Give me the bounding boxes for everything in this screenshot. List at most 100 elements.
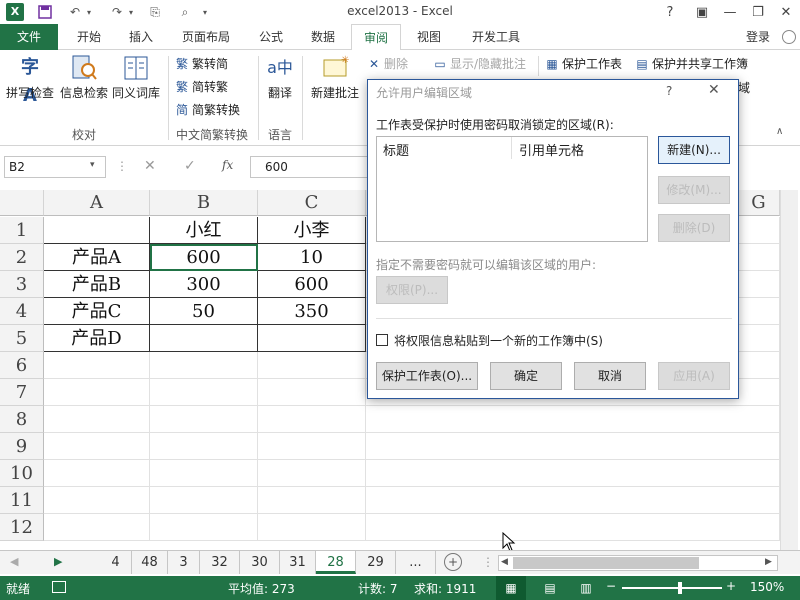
grid-cell[interactable] — [366, 487, 780, 514]
next-sheet-icon[interactable]: ▶ — [54, 555, 62, 568]
select-all-corner[interactable] — [0, 190, 44, 216]
ribbon-display-icon[interactable]: ▣ — [690, 2, 714, 22]
grid-cell[interactable] — [150, 433, 258, 460]
row-header[interactable]: 8 — [0, 406, 44, 433]
vertical-scrollbar[interactable] — [780, 190, 798, 550]
grid-cell[interactable] — [44, 217, 150, 244]
grid-cell[interactable]: 小李 — [258, 217, 366, 244]
grid-cell[interactable] — [44, 352, 150, 379]
grid-cell[interactable] — [258, 325, 366, 352]
row-header[interactable]: 10 — [0, 460, 44, 487]
insert-function-icon[interactable]: fx — [222, 158, 233, 172]
add-sheet-icon[interactable]: + — [444, 553, 462, 571]
grid-cell[interactable] — [44, 487, 150, 514]
scroll-thumb[interactable] — [513, 557, 699, 569]
tab-home[interactable]: 开始 — [64, 24, 114, 50]
col-header-c[interactable]: C — [258, 190, 366, 216]
protect-sheet-button[interactable]: ▦ 保护工作表 — [544, 54, 622, 74]
row-header[interactable]: 4 — [0, 298, 44, 325]
sheet-tab[interactable]: 31 — [280, 551, 316, 574]
col-header-b[interactable]: B — [150, 190, 258, 216]
grid-cell[interactable] — [366, 433, 780, 460]
ranges-list[interactable]: 标题 引用单元格 — [376, 136, 648, 242]
restore-button[interactable]: ❐ — [746, 2, 770, 22]
sheet-tab[interactable]: 4 — [100, 551, 132, 574]
help-button[interactable]: ? — [658, 2, 682, 22]
grid-cell[interactable] — [258, 379, 366, 406]
formula-input[interactable]: 600 — [250, 156, 368, 178]
row-header[interactable]: 6 — [0, 352, 44, 379]
show-hide-comment-button[interactable]: ▭ 显示/隐藏批注 — [432, 54, 526, 74]
research-button[interactable]: 信息检索 — [58, 54, 110, 101]
user-icon[interactable] — [782, 30, 796, 44]
grid-cell[interactable] — [44, 406, 150, 433]
grid-cell[interactable] — [150, 379, 258, 406]
minimize-button[interactable]: — — [718, 2, 742, 22]
trad-to-simp-button[interactable]: 繁繁转简 — [174, 54, 228, 74]
grid-cell[interactable] — [150, 352, 258, 379]
translate-button[interactable]: a中 翻译 — [262, 54, 298, 101]
tab-view[interactable]: 视图 — [406, 24, 452, 50]
col-header-a[interactable]: A — [44, 190, 150, 216]
protect-share-button[interactable]: ▤ 保护并共享工作簿 — [634, 54, 748, 74]
delete-range-button[interactable]: 删除(D) — [658, 214, 730, 242]
row-header[interactable]: 12 — [0, 514, 44, 541]
grid-cell[interactable]: 产品C — [44, 298, 150, 325]
copy-format-icon[interactable]: ⎘ — [146, 3, 164, 21]
row-header[interactable]: 1 — [0, 217, 44, 244]
horizontal-scrollbar[interactable]: ◀ ▶ — [498, 555, 778, 571]
grid-cell[interactable]: 50 — [150, 298, 258, 325]
page-layout-view-icon[interactable]: ▤ — [540, 576, 560, 600]
sheet-tab[interactable]: 32 — [200, 551, 240, 574]
tab-formulas[interactable]: 公式 — [248, 24, 294, 50]
ok-button[interactable]: 确定 — [490, 362, 562, 390]
grid-cell[interactable] — [258, 487, 366, 514]
page-break-view-icon[interactable]: ▥ — [576, 576, 596, 600]
grid-cell[interactable] — [44, 379, 150, 406]
grid-cell[interactable] — [150, 406, 258, 433]
zoom-level[interactable]: 150% — [750, 580, 784, 594]
grid-cell[interactable] — [150, 514, 258, 541]
undo-icon[interactable]: ↶ — [66, 3, 84, 21]
selected-cell-b2[interactable] — [150, 244, 258, 271]
prev-sheet-icon[interactable]: ◀ — [10, 555, 18, 568]
grid-cell[interactable] — [366, 514, 780, 541]
close-window-button[interactable]: ✕ — [774, 2, 798, 22]
sheet-tab[interactable]: 48 — [132, 551, 168, 574]
sheet-tab[interactable]: ... — [396, 551, 436, 574]
dialog-help-icon[interactable]: ? — [666, 84, 672, 98]
grid-cell[interactable] — [366, 460, 780, 487]
tab-file[interactable]: 文件 — [0, 24, 58, 50]
zoom-slider[interactable] — [622, 582, 722, 594]
scroll-left-icon[interactable]: ◀ — [501, 557, 508, 567]
ranges-col-refers[interactable]: 引用单元格 — [519, 140, 584, 159]
grid-cell[interactable]: 产品D — [44, 325, 150, 352]
row-header[interactable]: 2 — [0, 244, 44, 271]
tab-developer[interactable]: 开发工具 — [460, 24, 532, 50]
sheet-tab[interactable]: 3 — [168, 551, 200, 574]
apply-button[interactable]: 应用(A) — [658, 362, 730, 390]
grid-cell[interactable] — [366, 406, 780, 433]
row-header[interactable]: 11 — [0, 487, 44, 514]
grid-cell[interactable] — [44, 433, 150, 460]
grid-cell[interactable]: 产品A — [44, 244, 150, 271]
tab-review[interactable]: 审阅 — [351, 24, 401, 51]
grid-cell[interactable] — [258, 460, 366, 487]
print-preview-icon[interactable]: ⌕ — [176, 3, 194, 21]
grid-cell[interactable]: 小红 — [150, 217, 258, 244]
signin-link[interactable]: 登录 — [738, 24, 778, 50]
tab-data[interactable]: 数据 — [300, 24, 346, 50]
grid-cell[interactable] — [44, 460, 150, 487]
grid-cell[interactable] — [150, 325, 258, 352]
grid-cell[interactable] — [150, 487, 258, 514]
grid-cell[interactable] — [258, 352, 366, 379]
grid-cell[interactable] — [44, 514, 150, 541]
row-header[interactable]: 9 — [0, 433, 44, 460]
delete-comment-button[interactable]: ✕ 删除 — [366, 54, 408, 74]
grid-cell[interactable] — [258, 433, 366, 460]
sheet-tab[interactable]: 29 — [356, 551, 396, 574]
row-header[interactable]: 3 — [0, 271, 44, 298]
paste-permissions-checkbox[interactable] — [376, 334, 388, 346]
collapse-ribbon-icon[interactable]: ∧ — [776, 126, 783, 137]
row-header[interactable]: 5 — [0, 325, 44, 352]
